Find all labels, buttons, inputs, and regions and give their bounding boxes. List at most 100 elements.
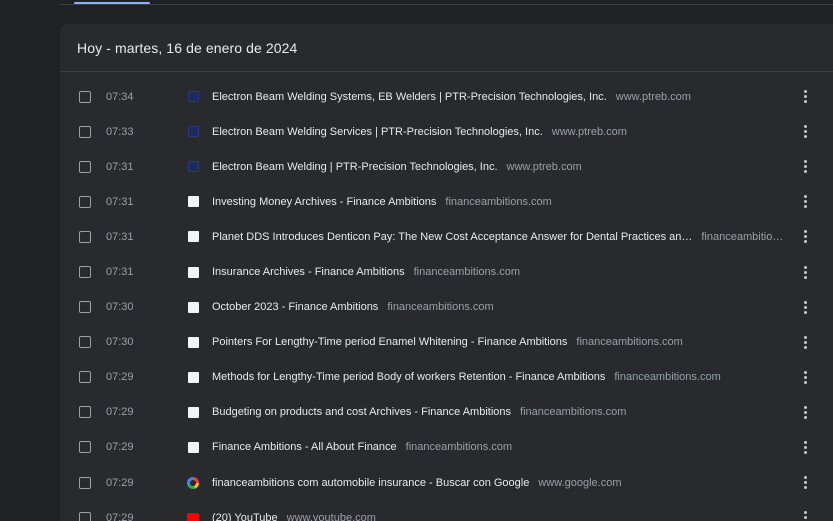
entry-domain: www.youtube.com: [286, 511, 376, 521]
entry-title[interactable]: Finance Ambitions - All About Finance: [212, 441, 397, 453]
entry-checkbox[interactable]: [79, 195, 91, 208]
history-entry[interactable]: 07:31 Investing Money Archives - Finance …: [60, 184, 833, 219]
entry-checkbox[interactable]: [79, 160, 91, 173]
ptr-favicon-icon: [187, 126, 199, 138]
entry-time: 07:31: [106, 230, 134, 243]
entry-link[interactable]: financeambitions com automobile insuranc…: [212, 477, 810, 489]
history-entry[interactable]: 07:29 Methods for Lengthy-Time period Bod…: [60, 360, 833, 395]
entry-checkbox[interactable]: [79, 406, 91, 419]
entry-checkbox[interactable]: [79, 511, 91, 521]
entry-title[interactable]: October 2023 - Finance Ambitions: [212, 301, 378, 313]
youtube-favicon-icon: [187, 512, 199, 521]
entry-time: 07:31: [106, 266, 134, 279]
more-actions-icon[interactable]: [799, 404, 811, 420]
history-entry[interactable]: 07:31 Insurance Archives - Finance Ambiti…: [60, 254, 833, 289]
entry-checkbox[interactable]: [79, 336, 91, 349]
history-entry[interactable]: 07:29 (20) YouTube www.youtube.com: [60, 500, 833, 521]
entry-domain: financeambitions.com: [413, 266, 520, 279]
entry-domain: financeambitions.com: [576, 336, 683, 349]
entry-link[interactable]: Investing Money Archives - Finance Ambit…: [212, 196, 810, 208]
history-day-card: Hoy - martes, 16 de enero de 2024 07:34 E…: [60, 24, 833, 521]
entry-time: 07:29: [106, 476, 134, 489]
entry-title[interactable]: financeambitions com automobile insuranc…: [212, 477, 529, 489]
day-header: Hoy - martes, 16 de enero de 2024: [60, 24, 833, 72]
history-entry[interactable]: 07:34 Electron Beam Welding Systems, EB W…: [60, 79, 833, 114]
history-entry[interactable]: 07:29 financeambitions com automobile ins…: [60, 465, 833, 500]
entry-domain: www.google.com: [538, 476, 622, 489]
more-actions-icon[interactable]: [799, 475, 811, 491]
entry-checkbox[interactable]: [79, 371, 91, 384]
ptr-favicon-icon: [187, 91, 199, 103]
entry-domain: financeambitions.com: [445, 195, 552, 208]
entry-checkbox[interactable]: [79, 266, 91, 279]
more-actions-icon[interactable]: [799, 89, 811, 105]
entry-time: 07:29: [106, 406, 134, 419]
entry-checkbox[interactable]: [79, 230, 91, 243]
history-entry[interactable]: 07:31 Electron Beam Welding | PTR-Precisi…: [60, 149, 833, 184]
entry-title[interactable]: Insurance Archives - Finance Ambitions: [212, 266, 405, 278]
entry-link[interactable]: Planet DDS Introduces Denticon Pay: The …: [212, 231, 810, 243]
entry-link[interactable]: Insurance Archives - Finance Ambitions fi…: [212, 266, 810, 278]
page-favicon-icon: [187, 196, 199, 208]
entry-title[interactable]: (20) YouTube: [212, 512, 278, 521]
entry-link[interactable]: (20) YouTube www.youtube.com: [212, 512, 810, 521]
page-favicon-icon: [187, 336, 199, 348]
entry-time: 07:29: [106, 511, 134, 521]
entry-link[interactable]: Budgeting on products and cost Archives …: [212, 406, 810, 418]
entry-domain: financeambitions.com: [387, 301, 494, 314]
more-actions-icon[interactable]: [799, 194, 811, 210]
entry-title[interactable]: Electron Beam Welding Services | PTR-Pre…: [212, 126, 543, 138]
entry-title[interactable]: Pointers For Lengthy-Time period Enamel …: [212, 336, 567, 348]
entry-checkbox[interactable]: [79, 441, 91, 454]
entry-domain: financeambitio…: [701, 230, 784, 243]
entry-link[interactable]: Electron Beam Welding Services | PTR-Pre…: [212, 126, 810, 138]
entry-title[interactable]: Budgeting on products and cost Archives …: [212, 406, 511, 418]
entry-link[interactable]: Methods for Lengthy-Time period Body of …: [212, 371, 810, 383]
entry-domain: financeambitions.com: [614, 371, 721, 384]
page-favicon-icon: [187, 406, 199, 418]
entry-time: 07:33: [106, 125, 134, 138]
more-actions-icon[interactable]: [799, 229, 811, 245]
entry-domain: www.ptreb.com: [506, 160, 582, 173]
history-entry[interactable]: 07:30 October 2023 - Finance Ambitions fin…: [60, 290, 833, 325]
entry-checkbox[interactable]: [79, 301, 91, 314]
entry-checkbox[interactable]: [79, 125, 91, 138]
entry-link[interactable]: Electron Beam Welding | PTR-Precision Te…: [212, 161, 810, 173]
entry-time: 07:31: [106, 195, 134, 208]
more-actions-icon[interactable]: [799, 439, 811, 455]
entry-link[interactable]: October 2023 - Finance Ambitions financea…: [212, 301, 810, 313]
entry-domain: www.ptreb.com: [615, 90, 691, 103]
entry-domain: financeambitions.com: [405, 441, 513, 454]
entry-link[interactable]: Pointers For Lengthy-Time period Enamel …: [212, 336, 810, 348]
page-favicon-icon: [187, 371, 199, 383]
entry-checkbox[interactable]: [79, 90, 91, 103]
entry-time: 07:31: [106, 160, 134, 173]
history-entry[interactable]: 07:33 Electron Beam Welding Services | PT…: [60, 114, 833, 149]
entry-checkbox[interactable]: [79, 476, 91, 489]
ptr-favicon-icon: [187, 161, 199, 173]
day-title: Hoy - martes, 16 de enero de 2024: [77, 39, 298, 56]
entry-title[interactable]: Electron Beam Welding Systems, EB Welder…: [212, 91, 607, 103]
history-entry[interactable]: 07:31 Planet DDS Introduces Denticon Pay:…: [60, 219, 833, 254]
entry-title[interactable]: Planet DDS Introduces Denticon Pay: The …: [212, 231, 692, 243]
more-actions-icon[interactable]: [799, 159, 811, 175]
google-favicon-icon: [187, 476, 199, 489]
more-actions-icon[interactable]: [799, 369, 811, 385]
entry-title[interactable]: Electron Beam Welding | PTR-Precision Te…: [212, 161, 498, 173]
entry-title[interactable]: Methods for Lengthy-Time period Body of …: [212, 371, 605, 383]
more-actions-icon[interactable]: [799, 334, 811, 350]
history-entry[interactable]: 07:29 Budgeting on products and cost Arch…: [60, 395, 833, 430]
entry-link[interactable]: Electron Beam Welding Systems, EB Welder…: [212, 91, 810, 103]
history-entry[interactable]: 07:29 Finance Ambitions - All About Finan…: [60, 430, 833, 465]
entry-time: 07:34: [106, 90, 134, 103]
more-actions-icon[interactable]: [799, 510, 811, 521]
history-page: Hoy - martes, 16 de enero de 2024 07:34 E…: [0, 0, 833, 521]
more-actions-icon[interactable]: [799, 299, 811, 315]
more-actions-icon[interactable]: [799, 264, 811, 280]
entry-title[interactable]: Investing Money Archives - Finance Ambit…: [212, 196, 436, 208]
more-actions-icon[interactable]: [799, 124, 811, 140]
history-entry[interactable]: 07:30 Pointers For Lengthy-Time period En…: [60, 325, 833, 360]
entry-link[interactable]: Finance Ambitions - All About Finance fin…: [212, 441, 810, 453]
entry-domain: financeambitions.com: [520, 406, 627, 419]
entry-time: 07:30: [106, 301, 134, 314]
